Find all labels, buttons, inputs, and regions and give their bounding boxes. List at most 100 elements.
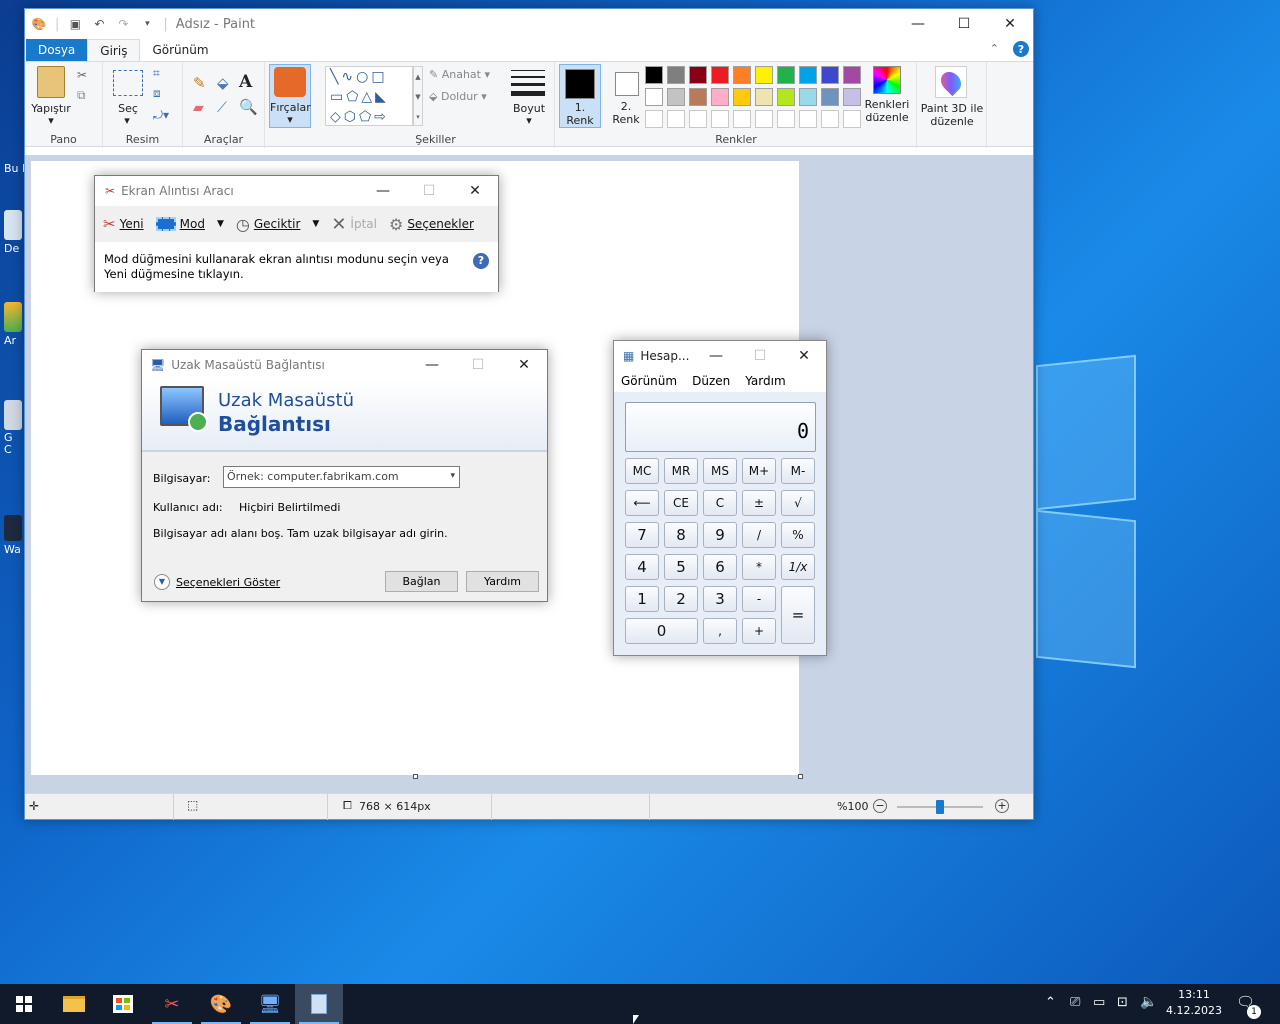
show-hidden-icons[interactable]: ⌃ <box>1045 995 1056 1010</box>
outline-button[interactable]: ✎ Anahat ▾ <box>429 68 490 81</box>
rdp-help-button[interactable]: Yardım <box>466 571 539 592</box>
palette-color-swatch[interactable] <box>755 88 773 106</box>
taskbar-remote-desktop[interactable]: 🖥 <box>246 984 294 1024</box>
calc-menu-view[interactable]: Görünüm <box>621 374 677 388</box>
text-icon[interactable]: A <box>239 72 252 92</box>
pencil-icon[interactable]: ✎ <box>193 74 206 92</box>
edit-colors-button[interactable]: Renkleri düzenle <box>865 66 909 124</box>
calc-key-n0[interactable]: 0 <box>625 618 698 644</box>
custom-color-slot[interactable] <box>667 110 685 128</box>
calc-key-n5[interactable]: 5 <box>664 554 698 580</box>
cut-icon[interactable]: ✂ <box>77 68 87 82</box>
maximize-button[interactable]: ☐ <box>941 9 987 39</box>
calc-key-add[interactable]: + <box>742 618 776 644</box>
undo-icon[interactable]: ↶ <box>91 16 107 32</box>
custom-color-slot[interactable] <box>799 110 817 128</box>
palette-color-swatch[interactable] <box>689 88 707 106</box>
calc-key-back[interactable]: ⟵ <box>625 490 659 516</box>
calc-key-mplus[interactable]: M+ <box>742 458 776 484</box>
resize-handle-corner[interactable] <box>798 774 803 779</box>
paint3d-icon[interactable] <box>935 66 967 98</box>
taskbar-snipping-tool[interactable]: ✂ <box>148 984 196 1024</box>
rdp-close-button[interactable]: ✕ <box>501 350 547 380</box>
resize-handle-bottom[interactable] <box>413 774 418 779</box>
snip-minimize-button[interactable]: — <box>360 176 406 206</box>
crop-icon[interactable]: ⌗ <box>153 66 160 81</box>
palette-color-swatch[interactable] <box>843 66 861 84</box>
close-button[interactable]: ✕ <box>987 9 1033 39</box>
taskbar-file-explorer[interactable] <box>50 984 98 1024</box>
custom-color-slot[interactable] <box>689 110 707 128</box>
snip-delay-button[interactable]: ◷ Geciktir ▼ <box>232 215 323 234</box>
color2-button[interactable]: 2. Renk <box>605 64 647 128</box>
rotate-icon[interactable]: ⤾▾ <box>153 108 169 123</box>
calc-key-sqrt[interactable]: √ <box>781 490 815 516</box>
custom-color-slot[interactable] <box>821 110 839 128</box>
palette-color-swatch[interactable] <box>711 66 729 84</box>
paint3d-button[interactable]: Paint 3D ile düzenle <box>917 102 987 128</box>
palette-color-swatch[interactable] <box>711 88 729 106</box>
paste-icon[interactable] <box>37 66 65 98</box>
calc-key-n2[interactable]: 2 <box>664 586 698 612</box>
tab-home[interactable]: Giriş <box>87 39 141 61</box>
shapes-scroll[interactable]: ▲ ▼ ▾ <box>413 66 423 126</box>
taskbar-store[interactable] <box>99 984 147 1024</box>
snip-options-button[interactable]: ⚙ Seçenekler <box>385 215 478 234</box>
tab-view[interactable]: Görünüm <box>140 39 220 61</box>
calc-key-ms[interactable]: MS <box>703 458 737 484</box>
calc-key-n3[interactable]: 3 <box>703 586 737 612</box>
show-options-button[interactable]: ▼ Seçenekleri Göster <box>154 574 280 590</box>
palette-color-swatch[interactable] <box>777 88 795 106</box>
palette-color-swatch[interactable] <box>689 66 707 84</box>
custom-color-slot[interactable] <box>843 110 861 128</box>
calc-key-div[interactable]: / <box>742 522 776 548</box>
calc-key-n9[interactable]: 9 <box>703 522 737 548</box>
taskbar-calculator[interactable] <box>295 984 343 1024</box>
delay-dropdown-icon[interactable]: ▼ <box>312 219 319 229</box>
mode-dropdown-icon[interactable]: ▼ <box>217 219 224 229</box>
calc-key-n8[interactable]: 8 <box>664 522 698 548</box>
brushes-button[interactable]: Fırçalar ▾ <box>269 64 311 128</box>
redo-icon[interactable]: ↷ <box>115 16 131 32</box>
calc-key-n4[interactable]: 4 <box>625 554 659 580</box>
custom-color-slot[interactable] <box>733 110 751 128</box>
calc-menu-edit[interactable]: Düzen <box>692 374 730 388</box>
palette-color-swatch[interactable] <box>733 66 751 84</box>
paste-dropdown-icon[interactable]: ▾ <box>45 114 57 127</box>
palette-color-swatch[interactable] <box>755 66 773 84</box>
custom-color-slot[interactable] <box>755 110 773 128</box>
palette-color-swatch[interactable] <box>799 88 817 106</box>
palette-color-swatch[interactable] <box>821 88 839 106</box>
minimize-button[interactable]: — <box>895 9 941 39</box>
battery-icon[interactable]: ▭ <box>1093 995 1105 1010</box>
palette-color-swatch[interactable] <box>843 88 861 106</box>
zoom-slider-thumb[interactable] <box>936 800 944 814</box>
palette-color-swatch[interactable] <box>645 66 663 84</box>
help-icon[interactable]: ? <box>1013 41 1029 57</box>
connect-button[interactable]: Bağlan <box>385 571 458 592</box>
snip-mode-button[interactable]: Mod ▼ <box>152 217 228 231</box>
snip-close-button[interactable]: ✕ <box>452 176 498 206</box>
custom-color-slot[interactable] <box>645 110 663 128</box>
palette-color-swatch[interactable] <box>799 66 817 84</box>
calc-key-eq[interactable]: = <box>781 586 815 644</box>
calc-key-sub[interactable]: - <box>742 586 776 612</box>
computer-combobox[interactable]: Örnek: computer.fabrikam.com ▾ <box>223 466 460 488</box>
tab-file[interactable]: Dosya <box>26 39 88 61</box>
calc-key-inv[interactable]: 1/x <box>781 554 815 580</box>
resize-icon[interactable]: ⧈ <box>153 86 161 101</box>
snip-help-icon[interactable]: ? <box>473 253 489 269</box>
fill-icon[interactable]: ⬙ <box>217 74 229 92</box>
calc-key-mr[interactable]: MR <box>664 458 698 484</box>
calc-maximize-button[interactable]: ☐ <box>738 341 782 371</box>
calc-key-c[interactable]: C <box>703 490 737 516</box>
calc-minimize-button[interactable]: — <box>694 341 738 371</box>
custom-color-slot[interactable] <box>777 110 795 128</box>
qat-customize-icon[interactable]: ▾ <box>139 16 155 32</box>
snip-new-button[interactable]: ✂ Yeni <box>99 215 148 233</box>
rdp-maximize-button[interactable]: ☐ <box>455 350 501 380</box>
combobox-dropdown-icon[interactable]: ▾ <box>450 471 455 481</box>
calc-key-n7[interactable]: 7 <box>625 522 659 548</box>
calc-key-n6[interactable]: 6 <box>703 554 737 580</box>
collapse-ribbon-icon[interactable]: ⌃ <box>990 42 999 55</box>
